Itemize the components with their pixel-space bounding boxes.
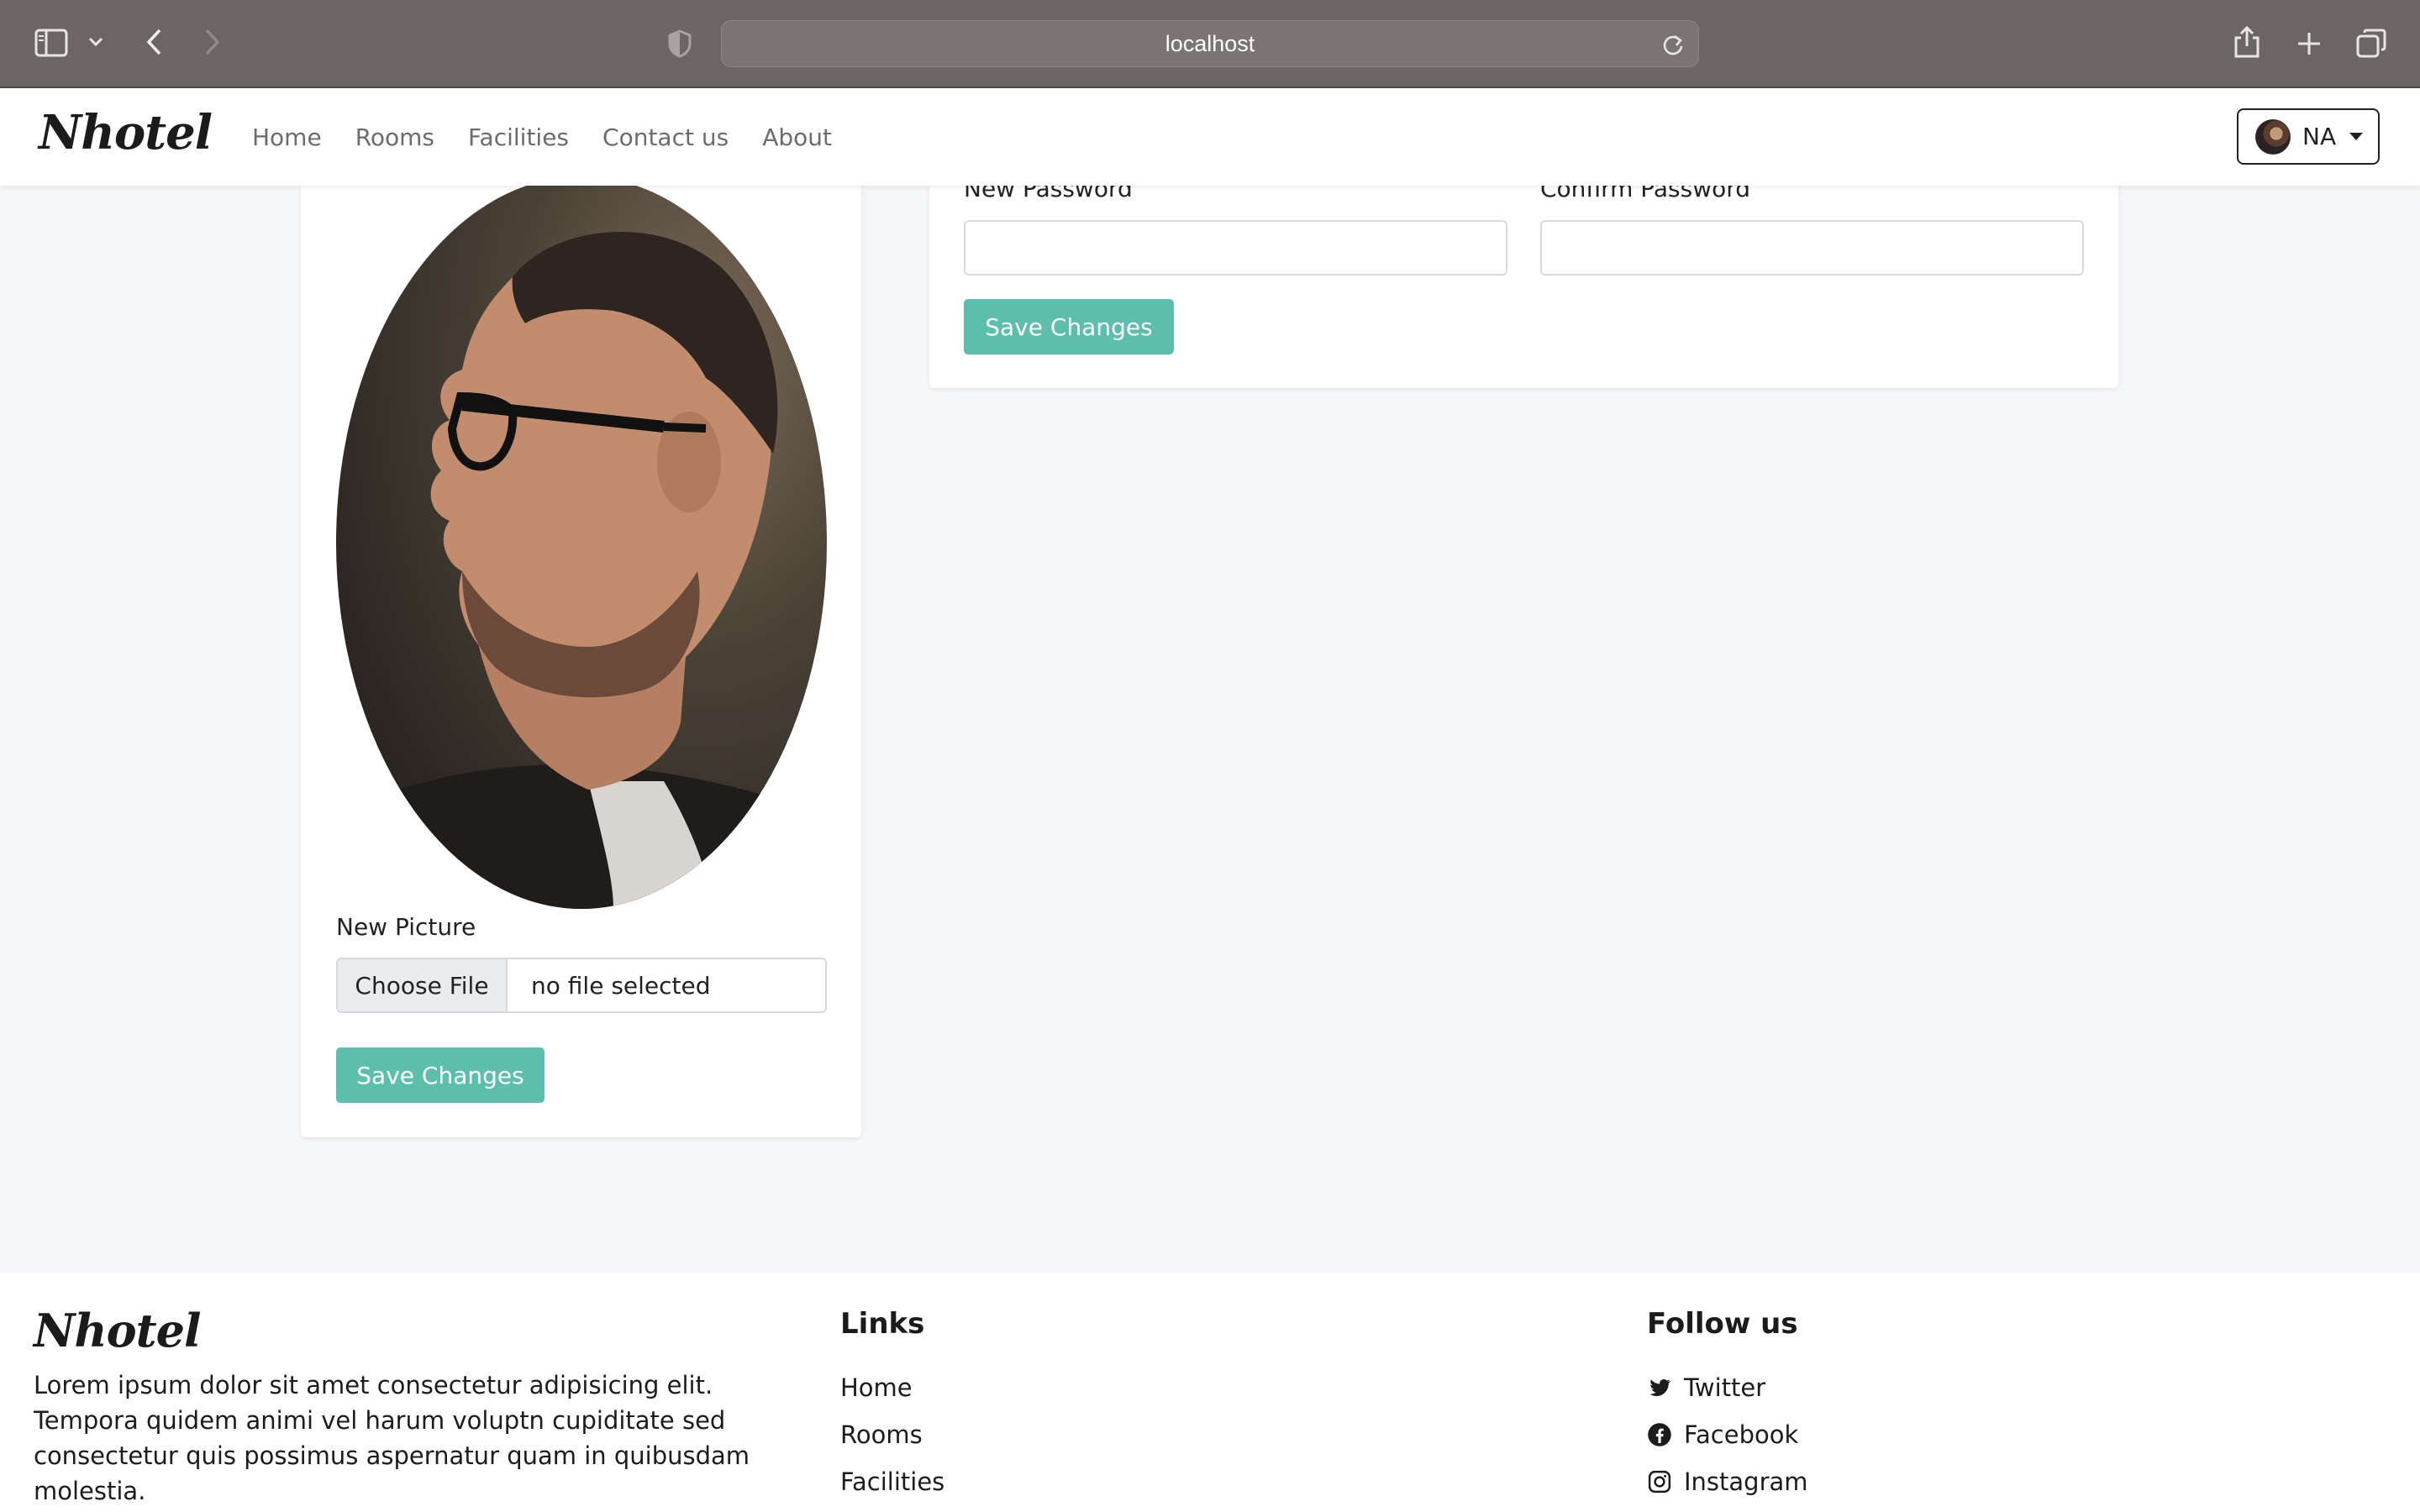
twitter-label: Twitter bbox=[1684, 1373, 1766, 1402]
site-footer: Nhotel Lorem ipsum dolor sit amet consec… bbox=[0, 1273, 2420, 1512]
new-picture-label: New Picture bbox=[336, 913, 476, 941]
tab-overview-icon[interactable] bbox=[2353, 25, 2390, 62]
sidebar-toggle-icon[interactable] bbox=[32, 25, 71, 60]
facebook-label: Facebook bbox=[1684, 1420, 1799, 1449]
nav-links: Home Rooms Facilities Contact us About bbox=[252, 88, 865, 186]
share-icon[interactable] bbox=[2228, 22, 2265, 62]
save-password-button[interactable]: Save Changes bbox=[964, 299, 1174, 354]
url-text: localhost bbox=[1165, 30, 1255, 56]
nav-link-home[interactable]: Home bbox=[252, 123, 322, 151]
back-icon[interactable] bbox=[139, 25, 168, 59]
file-input[interactable]: Choose File no file selected bbox=[336, 958, 827, 1013]
shield-icon[interactable] bbox=[666, 27, 694, 60]
nav-link-about[interactable]: About bbox=[762, 123, 832, 151]
footer-description: Lorem ipsum dolor sit amet consectetur a… bbox=[34, 1371, 750, 1505]
footer-social-twitter[interactable]: Twitter bbox=[1647, 1364, 1808, 1411]
save-picture-button[interactable]: Save Changes bbox=[336, 1047, 544, 1103]
new-tab-icon[interactable] bbox=[2291, 25, 2328, 62]
site-navbar: Nhotel Home Rooms Facilities Contact us … bbox=[0, 88, 2420, 186]
choose-file-button[interactable]: Choose File bbox=[338, 959, 508, 1011]
twitter-icon bbox=[1647, 1375, 1672, 1400]
avatar bbox=[2255, 118, 2291, 155]
user-menu-button[interactable]: NA bbox=[2237, 108, 2380, 165]
footer-link-home[interactable]: Home bbox=[840, 1364, 944, 1411]
footer-links-list: Home Rooms Facilities bbox=[840, 1364, 944, 1505]
user-initials: NA bbox=[2302, 123, 2337, 150]
profile-photo bbox=[336, 176, 827, 909]
nav-link-contact[interactable]: Contact us bbox=[602, 123, 729, 151]
brand-logo[interactable]: Nhotel bbox=[39, 105, 213, 160]
nav-link-facilities[interactable]: Facilities bbox=[468, 123, 569, 151]
footer-links-heading: Links bbox=[840, 1307, 925, 1341]
footer-brand: Nhotel bbox=[34, 1304, 201, 1357]
footer-social-list: Twitter Facebook Instagram bbox=[1647, 1364, 1808, 1505]
caret-down-icon bbox=[2349, 133, 2364, 140]
address-bar[interactable]: localhost bbox=[721, 20, 1699, 67]
facebook-icon bbox=[1647, 1422, 1672, 1447]
footer-link-facilities[interactable]: Facilities bbox=[840, 1458, 944, 1505]
instagram-icon bbox=[1647, 1469, 1672, 1494]
file-status-text: no file selected bbox=[531, 971, 711, 1000]
new-password-input[interactable] bbox=[964, 220, 1507, 276]
instagram-label: Instagram bbox=[1684, 1467, 1808, 1496]
nav-link-rooms[interactable]: Rooms bbox=[355, 123, 434, 151]
reload-icon[interactable] bbox=[1660, 31, 1686, 58]
chevron-down-icon[interactable] bbox=[86, 32, 106, 52]
footer-follow-heading: Follow us bbox=[1647, 1307, 1798, 1341]
footer-link-rooms[interactable]: Rooms bbox=[840, 1411, 944, 1458]
forward-icon[interactable] bbox=[198, 25, 227, 59]
footer-social-facebook[interactable]: Facebook bbox=[1647, 1411, 1808, 1458]
confirm-password-input[interactable] bbox=[1540, 220, 2084, 276]
browser-toolbar: localhost bbox=[0, 0, 2420, 88]
footer-social-instagram[interactable]: Instagram bbox=[1647, 1458, 1808, 1505]
